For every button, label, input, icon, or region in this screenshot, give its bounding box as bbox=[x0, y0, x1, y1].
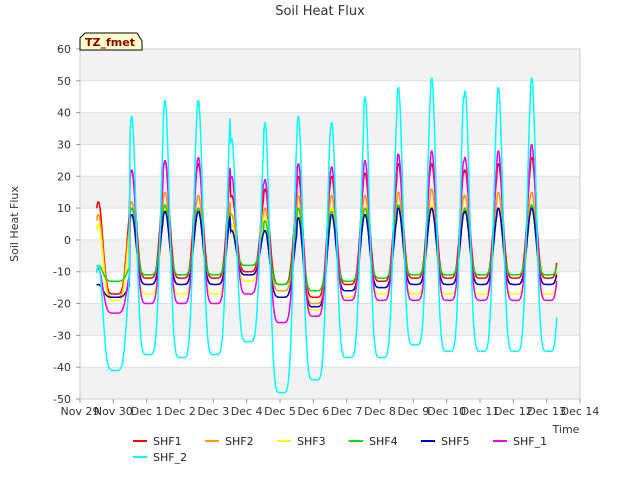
x-tick-label: Dec 9 bbox=[397, 405, 429, 418]
y-tick-label: -30 bbox=[53, 329, 71, 342]
x-axis-label: Time bbox=[552, 423, 580, 436]
legend-label: SHF2 bbox=[225, 435, 254, 448]
x-tick-label: Dec 8 bbox=[364, 405, 396, 418]
x-tick-label: Dec 1 bbox=[131, 405, 163, 418]
x-tick-label: Dec 5 bbox=[264, 405, 296, 418]
y-tick-label: 10 bbox=[57, 202, 71, 215]
y-axis-label: Soil Heat Flux bbox=[8, 186, 21, 262]
y-tick-label: -10 bbox=[53, 266, 71, 279]
y-tick-label: -40 bbox=[53, 361, 71, 374]
x-tick-label: Dec 6 bbox=[297, 405, 329, 418]
grid-band bbox=[80, 367, 580, 399]
legend-label: SHF3 bbox=[297, 435, 326, 448]
x-tick-label: Dec 4 bbox=[231, 405, 263, 418]
legend-label: SHF4 bbox=[369, 435, 398, 448]
legend-label: SHF1 bbox=[153, 435, 182, 448]
y-tick-label: 60 bbox=[57, 43, 71, 56]
soil-heat-flux-chart: Soil Heat Flux -50-40-30-20-100102030405… bbox=[8, 4, 600, 464]
y-tick-label: 20 bbox=[57, 170, 71, 183]
x-tick-label: Dec 7 bbox=[331, 405, 363, 418]
x-tick-label: Dec 2 bbox=[164, 405, 196, 418]
station-badge: TZ_fmet bbox=[79, 32, 143, 51]
legend-label: SHF_2 bbox=[153, 451, 187, 464]
x-tick-label: Dec 14 bbox=[561, 405, 600, 418]
x-tick-label: Nov 30 bbox=[94, 405, 133, 418]
legend: SHF1 SHF2 SHF3 SHF4 SHF5 SHF_1 SHF_2 bbox=[133, 435, 547, 464]
y-tick-label: 50 bbox=[57, 75, 71, 88]
y-tick-label: 0 bbox=[64, 234, 71, 247]
x-axis-ticks: Nov 29Nov 30Dec 1 Dec 2 Dec 3 Dec 4 Dec 5 Dec… bbox=[61, 399, 600, 418]
grid-band bbox=[80, 49, 580, 81]
y-tick-label: 40 bbox=[57, 107, 71, 120]
chart-title: Soil Heat Flux bbox=[275, 4, 365, 19]
y-tick-label: -20 bbox=[53, 298, 71, 311]
plot-area bbox=[79, 48, 581, 400]
y-tick-label: 30 bbox=[57, 138, 71, 151]
y-axis-ticks: -50-40-30-20-100102030405060 bbox=[53, 43, 80, 406]
x-tick-label: Dec 3 bbox=[197, 405, 229, 418]
station-badge-label: TZ_fmet bbox=[85, 36, 135, 49]
legend-label: SHF_1 bbox=[513, 435, 547, 448]
grid-band bbox=[80, 303, 580, 336]
legend-label: SHF5 bbox=[441, 435, 470, 448]
